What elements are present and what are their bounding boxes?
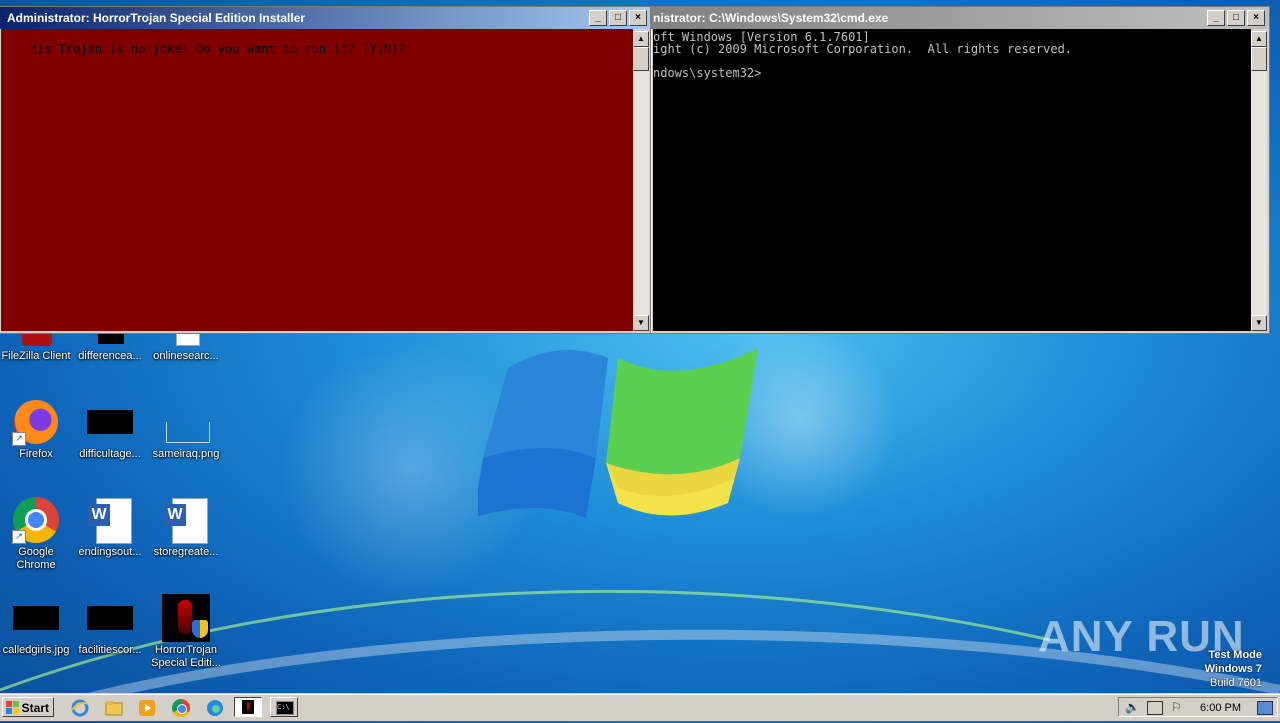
scroll-up-button[interactable]: ▲: [1251, 31, 1267, 47]
close-button[interactable]: ×: [629, 10, 647, 26]
windows-flag-icon: [6, 701, 19, 714]
window-title: nistrator: C:\Windows\System32\cmd.exe: [653, 11, 889, 25]
desktop-icon-firefox[interactable]: ↗ Firefox: [1, 398, 71, 461]
scroll-thumb[interactable]: [1251, 47, 1267, 71]
console-output[interactable]: his Trojan is no joke! Do you want to ru…: [1, 29, 633, 331]
horrortrojan-task-icon: [242, 700, 254, 714]
windows-logo: [478, 348, 758, 518]
watermark-line3: Build 7601: [1210, 677, 1262, 689]
scroll-up-button[interactable]: ▲: [633, 31, 649, 47]
horrortrojan-exe-icon: [162, 594, 210, 642]
start-label: Start: [21, 701, 49, 715]
chrome-icon[interactable]: [171, 698, 191, 718]
desktop-icon-chrome[interactable]: ↗ Google Chrome: [1, 496, 71, 572]
edge-icon[interactable]: [205, 698, 225, 718]
cmd-titlebar[interactable]: nistrator: C:\Windows\System32\cmd.exe _…: [651, 7, 1269, 29]
window-title: Administrator: HorrorTrojan Special Edit…: [7, 11, 306, 25]
desktop-icon-endingsout[interactable]: W endingsout...: [75, 496, 145, 559]
desktop-icon-facilitiescor[interactable]: facilitiescor...: [75, 594, 145, 657]
maximize-button[interactable]: □: [609, 10, 627, 26]
black-image-icon: [86, 398, 134, 446]
cmd-task-icon: C:\: [276, 701, 294, 715]
system-tray: 🔈 ⚐ 6:00 PM: [1118, 697, 1278, 717]
taskbar-task-cmd[interactable]: C:\: [270, 697, 298, 717]
taskbar-task-horrortrojan[interactable]: [234, 697, 262, 717]
vertical-scrollbar[interactable]: ▲ ▼: [1251, 31, 1267, 331]
desktop-icon-difficultage[interactable]: difficultage...: [75, 398, 145, 461]
word-doc-icon: W: [86, 496, 134, 544]
action-center-flag-icon[interactable]: ⚐: [1171, 700, 1182, 714]
black-image-icon: [12, 594, 60, 642]
test-mode-watermark: Test Mode Windows 7 Build 7601: [1205, 648, 1262, 690]
start-button[interactable]: Start: [2, 697, 54, 717]
network-icon[interactable]: [1147, 701, 1163, 715]
minimize-button[interactable]: _: [1207, 10, 1225, 26]
minimize-button[interactable]: _: [589, 10, 607, 26]
word-doc-icon: W: [162, 496, 210, 544]
taskbar: Start C:\ 🔈 ⚐ 6:00 PM: [0, 694, 1280, 721]
desktop-icon-differencea[interactable]: differencea...: [75, 330, 145, 363]
desktop-icon-onlinesearc[interactable]: onlinesearc...: [151, 330, 221, 363]
desktop-icon-filezilla[interactable]: FileZilla Client: [1, 330, 71, 363]
firefox-icon: ↗: [12, 398, 60, 446]
desktop-icon-storegreate[interactable]: W storegreate...: [151, 496, 221, 559]
maximize-button[interactable]: □: [1227, 10, 1245, 26]
desktop-icon-horrortrojan[interactable]: HorrorTrojan Special Editi...: [151, 594, 221, 670]
show-desktop-icon[interactable]: [1257, 701, 1273, 715]
console-output[interactable]: oft Windows [Version 6.1.7601] ight (c) 2…: [653, 29, 1251, 331]
close-button[interactable]: ×: [1247, 10, 1265, 26]
watermark-line2: Windows 7: [1204, 663, 1262, 675]
black-image-icon: [86, 594, 134, 642]
console-line: ight (c) 2009 Microsoft Corporation. All…: [653, 42, 1073, 56]
media-player-icon[interactable]: [137, 698, 157, 718]
ie-icon[interactable]: [70, 698, 90, 718]
installer-titlebar[interactable]: Administrator: HorrorTrojan Special Edit…: [0, 7, 651, 29]
scroll-down-button[interactable]: ▼: [1251, 315, 1267, 331]
cmd-window[interactable]: nistrator: C:\Windows\System32\cmd.exe _…: [650, 6, 1270, 334]
desktop-icon-calledgirls[interactable]: calledgirls.jpg: [1, 594, 71, 657]
watermark-line1: Test Mode: [1208, 649, 1262, 661]
image-file-icon: [162, 398, 210, 446]
scroll-down-button[interactable]: ▼: [633, 315, 649, 331]
console-prompt-text: his Trojan is no joke! Do you want to ru…: [29, 42, 406, 56]
speaker-icon[interactable]: 🔈: [1125, 700, 1140, 714]
desktop-icon-sameiraq[interactable]: sameiraq.png: [151, 398, 221, 461]
vertical-scrollbar[interactable]: ▲ ▼: [633, 31, 649, 331]
taskbar-clock[interactable]: 6:00 PM: [1200, 699, 1241, 717]
chrome-icon: ↗: [12, 496, 60, 544]
console-line: ndows\system32>: [653, 66, 762, 80]
scroll-thumb[interactable]: [633, 47, 649, 71]
explorer-icon[interactable]: [104, 698, 124, 718]
installer-window[interactable]: Administrator: HorrorTrojan Special Edit…: [0, 6, 652, 334]
